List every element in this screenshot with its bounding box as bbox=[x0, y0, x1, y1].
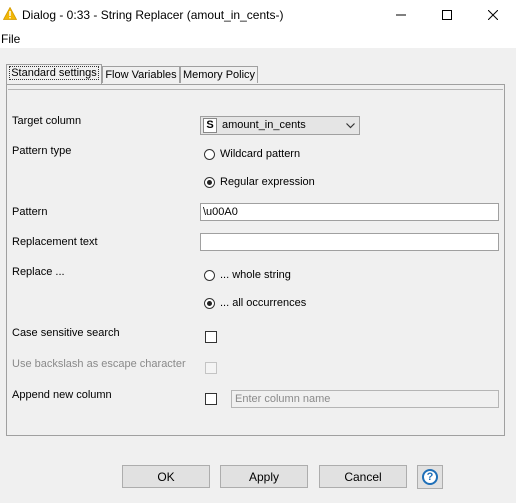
radio-label: ... all occurrences bbox=[220, 297, 307, 309]
backslash-escape-checkbox[interactable] bbox=[205, 362, 217, 374]
settings-group: Target column S amount_in_cents Pattern … bbox=[8, 89, 503, 434]
title-bar: Dialog - 0:33 - String Replacer (amout_i… bbox=[0, 0, 516, 30]
help-button[interactable]: ? bbox=[417, 465, 443, 489]
replacement-text-label: Replacement text bbox=[12, 236, 98, 248]
settings-panel: Target column S amount_in_cents Pattern … bbox=[6, 84, 505, 436]
ok-button[interactable]: OK bbox=[122, 465, 210, 488]
string-type-badge: S bbox=[203, 118, 217, 133]
close-icon bbox=[488, 10, 498, 20]
tab-label: Standard settings bbox=[9, 66, 99, 80]
minimize-button[interactable] bbox=[378, 0, 424, 30]
tab-standard-settings[interactable]: Standard settings bbox=[6, 64, 102, 84]
tab-label: Flow Variables bbox=[105, 69, 177, 81]
target-column-value: amount_in_cents bbox=[222, 119, 306, 131]
maximize-button[interactable] bbox=[424, 0, 470, 30]
minimize-icon bbox=[396, 14, 406, 16]
case-sensitive-label: Case sensitive search bbox=[12, 327, 120, 339]
warning-triangle-icon bbox=[3, 7, 17, 20]
window-title: Dialog - 0:33 - String Replacer (amout_i… bbox=[22, 8, 284, 22]
maximize-icon bbox=[442, 10, 452, 20]
menu-file[interactable]: File bbox=[1, 32, 20, 46]
append-column-label: Append new column bbox=[12, 389, 112, 401]
replacement-text-input[interactable] bbox=[200, 233, 499, 251]
radio-wildcard-pattern[interactable]: Wildcard pattern bbox=[204, 148, 300, 160]
radio-button[interactable] bbox=[204, 297, 215, 309]
menu-bar: File bbox=[0, 30, 516, 48]
radio-regular-expression[interactable]: Regular expression bbox=[204, 176, 315, 188]
radio-label: Wildcard pattern bbox=[220, 148, 301, 160]
chevron-down-icon bbox=[346, 123, 355, 129]
target-column-label: Target column bbox=[12, 115, 82, 127]
close-button[interactable] bbox=[470, 0, 516, 30]
replace-label: Replace ... bbox=[12, 266, 65, 278]
pattern-type-label: Pattern type bbox=[12, 145, 72, 157]
target-column-select[interactable]: S amount_in_cents bbox=[200, 116, 360, 135]
help-icon: ? bbox=[422, 469, 438, 485]
new-column-name-input[interactable]: Enter column name bbox=[231, 390, 499, 408]
radio-button[interactable] bbox=[204, 176, 215, 188]
cancel-button[interactable]: Cancel bbox=[319, 465, 407, 488]
radio-whole-string[interactable]: ... whole string bbox=[204, 269, 291, 281]
pattern-input[interactable] bbox=[200, 203, 499, 221]
radio-button[interactable] bbox=[204, 269, 215, 281]
tab-flow-variables[interactable]: Flow Variables bbox=[102, 66, 180, 83]
radio-button[interactable] bbox=[204, 148, 215, 160]
apply-button[interactable]: Apply bbox=[220, 465, 308, 488]
append-column-checkbox[interactable] bbox=[205, 393, 217, 405]
pattern-label: Pattern bbox=[12, 206, 48, 218]
radio-label: Regular expression bbox=[220, 176, 315, 188]
dialog-body: Standard settings Flow Variables Memory … bbox=[0, 48, 516, 503]
case-sensitive-checkbox[interactable] bbox=[205, 331, 217, 343]
tab-memory-policy[interactable]: Memory Policy bbox=[180, 66, 258, 83]
tab-label: Memory Policy bbox=[182, 69, 256, 81]
radio-all-occurrences[interactable]: ... all occurrences bbox=[204, 297, 306, 309]
backslash-escape-label: Use backslash as escape character bbox=[12, 358, 186, 370]
radio-label: ... whole string bbox=[220, 269, 291, 281]
